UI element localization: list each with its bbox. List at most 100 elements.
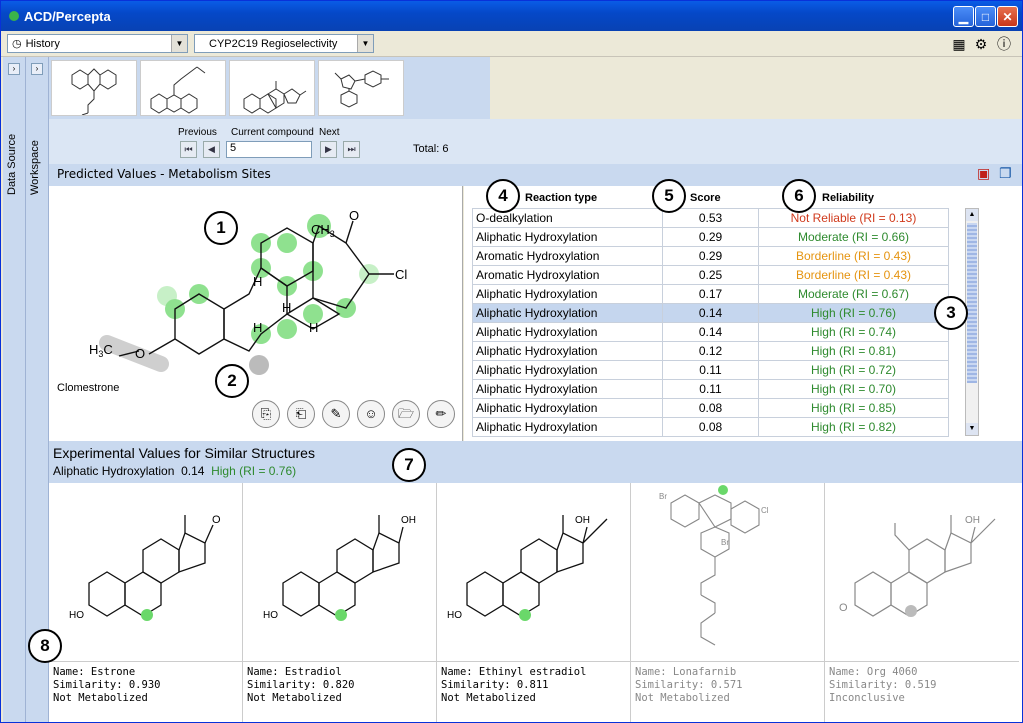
total-count: Total: 6 xyxy=(413,143,449,155)
module-dropdown[interactable]: CYP2C19 Regioselectivity ▼ xyxy=(194,34,374,53)
selected-reliability: High (RI = 0.76) xyxy=(211,464,297,478)
table-row[interactable]: Aliphatic Hydroxylation 0.29 Moderate (RI … xyxy=(472,227,949,247)
current-compound-input[interactable]: 5 xyxy=(226,141,312,158)
previous-button[interactable]: ◀ xyxy=(203,141,220,158)
reaction-cell: Aliphatic Hydroxylation xyxy=(472,303,663,323)
table-row[interactable]: Aromatic Hydroxylation 0.25 Borderline (RI… xyxy=(472,265,949,285)
chevron-down-icon[interactable]: ▼ xyxy=(357,35,373,52)
workspace-panel[interactable]: › Workspace xyxy=(26,57,49,722)
data-source-label: Data Source xyxy=(6,133,18,195)
table-row[interactable]: Aliphatic Hydroxylation 0.11 High (RI = 0.… xyxy=(472,379,949,399)
history-dropdown[interactable]: ◷ History ▼ xyxy=(7,34,188,53)
pdf-export-icon[interactable]: ▣ xyxy=(977,166,990,182)
maximize-button[interactable]: □ xyxy=(975,6,996,27)
paste-structure-button[interactable]: ⎗ xyxy=(287,400,315,428)
reliability-cell: Borderline (RI = 0.43) xyxy=(758,246,949,266)
compound-thumbnail[interactable] xyxy=(51,60,137,116)
svg-text:Br: Br xyxy=(659,492,667,501)
selected-reaction: Aliphatic Hydroxylation xyxy=(53,464,175,478)
svg-text:Cl: Cl xyxy=(395,267,407,282)
reaction-cell: Aromatic Hydroxylation xyxy=(472,246,663,266)
scroll-down-icon[interactable]: ▼ xyxy=(966,423,978,435)
chevron-down-icon[interactable]: ▼ xyxy=(171,35,187,52)
compound-thumbnails xyxy=(49,57,490,119)
card-name: Name: Ethinyl estradiol xyxy=(441,666,587,678)
callout-2: 2 xyxy=(215,364,249,398)
similar-structure-card[interactable]: HO OH Name: Ethinyl estradiol Similarity: … xyxy=(437,483,631,722)
table-row[interactable]: Aliphatic Hydroxylation 0.08 High (RI = 0.… xyxy=(472,417,949,437)
app-window: ACD/Percepta ▁ □ ✕ ◷ History ▼ CYP2C19 R… xyxy=(0,0,1023,723)
similar-structure-card[interactable]: HO O Name: Estrone Similarity: 0.930 Not Me… xyxy=(49,483,243,722)
history-label: History xyxy=(25,37,60,50)
svg-text:O: O xyxy=(212,514,221,526)
window-title: ACD/Percepta xyxy=(24,8,111,24)
scroll-up-icon[interactable]: ▲ xyxy=(966,209,978,221)
reaction-table: O-dealkylation 0.53 Not Reliable (RI = 0.1… xyxy=(472,208,949,437)
compound-thumbnail[interactable] xyxy=(229,60,315,116)
expand-icon[interactable]: › xyxy=(8,63,20,75)
score-cell: 0.17 xyxy=(662,284,759,304)
callout-1: 1 xyxy=(204,211,238,245)
last-button[interactable]: ⏭ xyxy=(343,141,360,158)
score-cell: 0.12 xyxy=(662,341,759,361)
reliability-cell: Not Reliable (RI = 0.13) xyxy=(758,208,949,228)
table-scrollbar[interactable]: ▲ ▼ xyxy=(965,208,979,436)
table-row[interactable]: Aliphatic Hydroxylation 0.11 High (RI = 0.… xyxy=(472,360,949,380)
reaction-cell: Aromatic Hydroxylation xyxy=(472,265,663,285)
copy-structure-button[interactable]: ⎘ xyxy=(252,400,280,428)
table-row[interactable]: Aliphatic Hydroxylation 0.12 High (RI = 0.… xyxy=(472,341,949,361)
minimize-button[interactable]: ▁ xyxy=(953,6,974,27)
card-status: Not Metabolized xyxy=(635,692,730,704)
callout-6: 6 xyxy=(782,179,816,213)
smiley-icon[interactable]: ☺ xyxy=(357,400,385,428)
similar-structure-card[interactable]: HO OH Name: Estradiol Similarity: 0.820 Not… xyxy=(243,483,437,722)
reliability-cell: High (RI = 0.81) xyxy=(758,341,949,361)
svg-text:H: H xyxy=(253,274,262,289)
card-similarity: Similarity: 0.820 xyxy=(247,679,355,691)
next-button[interactable]: ▶ xyxy=(320,141,337,158)
card-status: Not Metabolized xyxy=(247,692,342,704)
table-row[interactable]: Aliphatic Hydroxylation 0.08 High (RI = 0.… xyxy=(472,398,949,418)
scroll-thumb[interactable] xyxy=(967,223,977,383)
close-button[interactable]: ✕ xyxy=(997,6,1018,27)
table-row[interactable]: Aromatic Hydroxylation 0.29 Borderline (RI… xyxy=(472,246,949,266)
score-cell: 0.14 xyxy=(662,303,759,323)
reliability-cell: Moderate (RI = 0.66) xyxy=(758,227,949,247)
copy-icon[interactable]: ❐ xyxy=(999,166,1012,182)
similar-structure-card[interactable]: O OH Name: Org 4060 Similarity: 0.519 Incon… xyxy=(825,483,1019,722)
pencil-icon[interactable]: ✏ xyxy=(427,400,455,428)
score-header[interactable]: Score xyxy=(690,192,721,204)
info-icon[interactable]: ⓘ xyxy=(995,35,1013,53)
molecule-viewer: CH3 O Cl O H3C HHHH Clomestrone ⎘ ⎗ ✎ ☺ 🗁 … xyxy=(49,186,463,441)
card-name: Name: Org 4060 xyxy=(829,666,918,678)
predicted-section-header: Predicted Values - Metabolism Sites ▣ ❐ xyxy=(49,164,1022,186)
book-icon[interactable]: ✎ xyxy=(322,400,350,428)
calculator-icon[interactable]: ▦ xyxy=(950,35,968,53)
reaction-cell: Aliphatic Hydroxylation xyxy=(472,341,663,361)
svg-text:O: O xyxy=(135,346,145,361)
score-cell: 0.08 xyxy=(662,398,759,418)
expand-icon[interactable]: › xyxy=(31,63,43,75)
svg-text:Cl: Cl xyxy=(761,506,769,515)
reaction-cell: Aliphatic Hydroxylation xyxy=(472,227,663,247)
data-source-panel[interactable]: › Data Source xyxy=(3,57,26,722)
first-button[interactable]: ⏮ xyxy=(180,141,197,158)
toolbar: ◷ History ▼ CYP2C19 Regioselectivity ▼ ▦… xyxy=(1,31,1022,57)
card-name: Name: Estradiol xyxy=(247,666,342,678)
compound-thumbnail[interactable] xyxy=(140,60,226,116)
table-row[interactable]: Aliphatic Hydroxylation 0.14 High (RI = 0.… xyxy=(472,303,949,323)
card-similarity: Similarity: 0.519 xyxy=(829,679,937,691)
reaction-cell: Aliphatic Hydroxylation xyxy=(472,322,663,342)
table-row[interactable]: O-dealkylation 0.53 Not Reliable (RI = 0.1… xyxy=(472,208,949,228)
table-row[interactable]: Aliphatic Hydroxylation 0.17 Moderate (RI … xyxy=(472,284,949,304)
table-row[interactable]: Aliphatic Hydroxylation 0.14 High (RI = 0.… xyxy=(472,322,949,342)
reaction-type-header[interactable]: Reaction type xyxy=(525,192,597,204)
compound-navigator: Previous Current compound Next ⏮ ◀ 5 ▶ ⏭… xyxy=(49,119,1022,164)
open-folder-icon[interactable]: 🗁 xyxy=(392,400,420,428)
svg-text:HO: HO xyxy=(263,610,278,621)
reaction-cell: Aliphatic Hydroxylation xyxy=(472,398,663,418)
similar-structure-card[interactable]: Br Cl Br Name: Lonafarnib Similarity: 0.571… xyxy=(631,483,825,722)
compound-thumbnail[interactable] xyxy=(318,60,404,116)
gear-icon[interactable]: ⚙ xyxy=(972,35,990,53)
reliability-header[interactable]: Reliability xyxy=(822,192,874,204)
